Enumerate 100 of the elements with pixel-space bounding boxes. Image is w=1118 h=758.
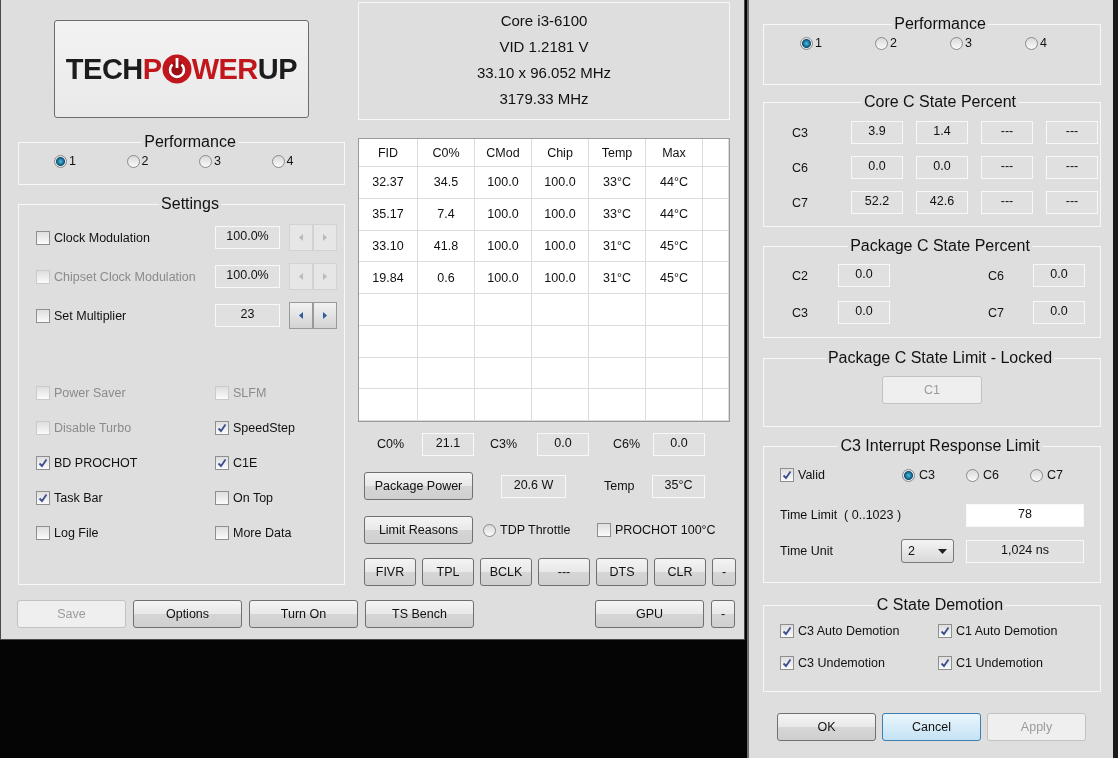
radio-button[interactable] <box>800 36 813 50</box>
tool-button[interactable]: CLR <box>654 558 706 586</box>
value-field: 0.0 <box>1033 264 1085 287</box>
power-icon <box>161 54 192 84</box>
table-cell <box>475 357 532 390</box>
action-button[interactable]: TS Bench <box>365 600 474 628</box>
checkbox[interactable] <box>36 456 50 470</box>
radio-button[interactable] <box>1030 468 1043 482</box>
value-field: 0.0 <box>1033 301 1085 324</box>
radio-button[interactable] <box>1025 36 1038 50</box>
radio-button[interactable] <box>966 468 979 482</box>
dialog-button[interactable]: OK <box>777 713 876 741</box>
checkbox[interactable] <box>780 656 794 670</box>
column-header: Temp <box>589 139 646 167</box>
table-cell <box>703 198 729 231</box>
dialog-button[interactable]: Cancel <box>882 713 981 741</box>
table-cell: 33.10 <box>359 230 418 263</box>
checkbox-label: PROCHOT 100°C <box>615 523 716 537</box>
table-cell: 19.84 <box>359 262 418 294</box>
table-cell <box>589 325 646 358</box>
table-cell <box>589 294 646 326</box>
value-field: 0.0 <box>838 264 890 287</box>
value-field: --- <box>981 191 1033 214</box>
radio-button[interactable] <box>54 154 67 168</box>
checkbox[interactable] <box>938 656 952 670</box>
table-cell <box>359 294 418 326</box>
tool-button[interactable]: FIVR <box>364 558 416 586</box>
table-cell <box>532 389 589 421</box>
radio-button[interactable] <box>950 36 963 50</box>
table-cell <box>646 357 703 390</box>
table-cell <box>589 357 646 390</box>
info-line: 33.10 x 96.052 MHz <box>476 63 612 82</box>
checkbox-label: Clock Modulation <box>54 230 150 245</box>
field-label: Time Limit ( 0..1023 ) <box>780 508 903 522</box>
checkbox[interactable] <box>215 421 229 435</box>
increase-button[interactable] <box>313 302 337 329</box>
checkbox[interactable] <box>938 624 952 638</box>
checkbox-label: C1E <box>233 456 258 470</box>
checkbox[interactable] <box>215 526 229 540</box>
stat-label: C0% <box>377 437 406 451</box>
package-power-button[interactable]: Package Power <box>364 472 473 500</box>
action-button[interactable]: Options <box>133 600 242 628</box>
checkbox[interactable] <box>36 230 50 245</box>
input-field[interactable]: 78 <box>966 503 1084 527</box>
action-button[interactable]: GPU <box>595 600 704 628</box>
checkbox-label: SLFM <box>233 386 267 400</box>
logo-text: TECH <box>65 52 143 86</box>
group-title: C State Demotion <box>875 596 1005 614</box>
table-cell: 32.37 <box>359 167 418 199</box>
action-button[interactable]: Turn On <box>249 600 358 628</box>
limit-reasons-button[interactable]: Limit Reasons <box>364 516 473 544</box>
table-cell <box>703 325 729 358</box>
value-field: 52.2 <box>851 191 903 214</box>
checkbox[interactable] <box>36 526 50 540</box>
checkbox[interactable] <box>36 491 50 505</box>
state-label: C7 <box>988 305 1005 320</box>
radio-button[interactable] <box>126 154 140 168</box>
radio-button[interactable] <box>271 154 285 168</box>
table-cell <box>475 294 532 326</box>
radio-button[interactable] <box>902 468 915 482</box>
tool-button[interactable]: TPL <box>422 558 474 586</box>
table-cell: 45°C <box>646 262 703 294</box>
checkbox[interactable] <box>215 456 229 470</box>
checkbox-label: BD PROCHOT <box>54 456 138 470</box>
radio-button[interactable] <box>199 154 212 168</box>
table-cell <box>532 357 589 390</box>
tool-button[interactable]: DTS <box>596 558 648 586</box>
checkbox[interactable] <box>215 491 229 505</box>
checkbox[interactable] <box>36 308 50 323</box>
right-arrow-icon <box>323 312 327 319</box>
tool-button[interactable]: BCLK <box>480 558 532 586</box>
checkbox[interactable] <box>780 468 794 482</box>
value-field: 23 <box>215 304 280 327</box>
table-cell <box>359 389 418 421</box>
checkbox-label: Power Saver <box>54 386 126 400</box>
table-cell: 100.0 <box>532 167 589 199</box>
tool-button[interactable]: - <box>712 558 736 586</box>
table-cell: 0.6 <box>418 262 475 294</box>
radio-button[interactable] <box>875 36 888 50</box>
value-field: 0.0 <box>916 156 968 179</box>
dropdown[interactable]: 2 <box>901 539 954 563</box>
temp-label: Temp <box>604 479 636 493</box>
table-cell <box>418 294 475 326</box>
radio-button[interactable] <box>483 523 496 537</box>
table-cell: 100.0 <box>532 262 589 294</box>
stat-label: C6% <box>613 437 642 451</box>
value-field: --- <box>981 121 1033 144</box>
action-button[interactable]: - <box>711 600 735 628</box>
table-cell <box>418 325 475 358</box>
state-label: C6 <box>988 268 1005 283</box>
radio-label: 3 <box>965 36 972 50</box>
logo-text: P <box>142 52 162 86</box>
left-arrow-icon <box>299 234 303 241</box>
table-cell: 100.0 <box>475 262 532 294</box>
value-field: 0.0 <box>838 301 890 324</box>
decrease-button[interactable] <box>289 302 313 329</box>
checkbox[interactable] <box>597 523 611 537</box>
table-cell <box>646 389 703 421</box>
tool-button[interactable]: --- <box>538 558 590 586</box>
checkbox[interactable] <box>780 624 794 638</box>
